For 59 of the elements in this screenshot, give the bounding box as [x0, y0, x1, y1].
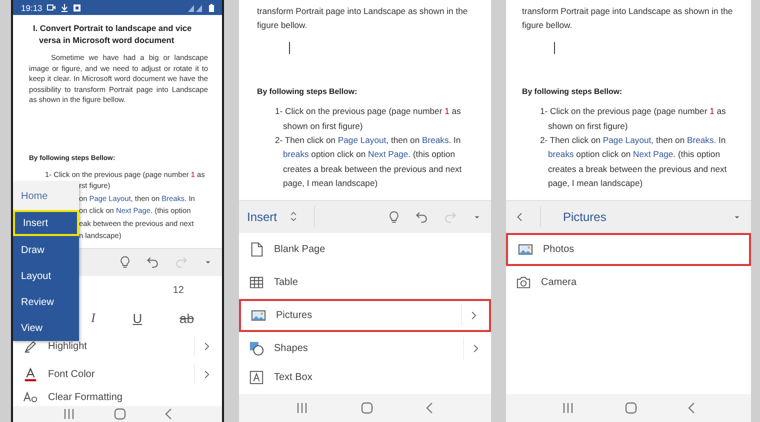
picture-icon [518, 242, 533, 257]
video-icon [47, 4, 56, 11]
command-item[interactable]: Clear Formatting [13, 388, 222, 406]
lightbulb-icon [118, 255, 132, 269]
download-icon [61, 4, 68, 12]
ribbon-tab-picker[interactable]: Insert [247, 210, 300, 224]
strikethrough-button[interactable]: ab [178, 310, 196, 326]
recent-apps-icon[interactable] [562, 403, 574, 413]
text-cursor [289, 42, 290, 54]
camera-icon [516, 275, 531, 290]
menu-tab[interactable]: Home [13, 182, 79, 210]
lightbulb-icon [387, 210, 401, 224]
menu-tab[interactable]: Layout [13, 263, 79, 289]
home-icon[interactable] [360, 402, 373, 414]
home-icon[interactable] [114, 408, 126, 420]
home-icon[interactable] [624, 402, 636, 414]
command-item[interactable]: Shapes [239, 332, 491, 365]
command-item[interactable]: Pictures [239, 299, 491, 332]
text-cursor [554, 42, 555, 54]
battery-icon [209, 4, 214, 12]
underline-button[interactable]: U [130, 310, 144, 326]
clear-formatting-icon [23, 390, 38, 404]
command-item[interactable]: Font Color [13, 360, 222, 388]
submenu-title: Pictures [563, 210, 606, 224]
command-item[interactable]: Camera [506, 266, 751, 299]
picture-icon [251, 308, 266, 323]
undo-icon [146, 255, 160, 269]
back-icon[interactable] [164, 408, 172, 420]
command-item[interactable]: Photos [506, 233, 751, 266]
document-paragraph: transform Portrait page into Landscape as shown in the figure bellow. [522, 5, 734, 32]
page-icon [249, 242, 264, 257]
recent-apps-icon[interactable] [296, 403, 308, 413]
menu-tab[interactable]: Insert [13, 210, 79, 236]
step-text: 1- Click on the previous page (page number 1 as shown on first figure) [539, 105, 727, 133]
font-color-icon [23, 366, 38, 382]
highlighter-icon [23, 338, 38, 354]
back-icon[interactable] [426, 402, 434, 414]
step-text: 1- Click on the previous page (page number 1 as shown on first figure) [274, 105, 462, 133]
command-item[interactable]: Blank Page [239, 233, 491, 266]
menu-tab[interactable]: View [13, 315, 79, 341]
font-size-value[interactable]: 12 [172, 284, 184, 296]
square-icon [73, 4, 82, 12]
document-paragraph: transform Portrait page into Landscape as shown in the figure bellow. [257, 5, 469, 32]
step-text: 2- Then click on Page Layout, then on Breaks. In breaks option click on Next Page. (this option creates a break between the previous and next page, I mean landscape) [274, 134, 463, 190]
menu-tab[interactable]: Review [13, 289, 79, 315]
command-item[interactable]: Text Box [239, 365, 491, 389]
text-box-icon [249, 370, 264, 384]
step-text: 2- Then click on Page Layout, then on Breaks. In breaks option click on Next Page. (this option creates a break between the previous and next page, I mean landscape) [539, 134, 728, 190]
signal-icon [188, 4, 204, 12]
back-icon[interactable] [688, 402, 696, 414]
recent-apps-icon[interactable] [62, 409, 74, 419]
undo-icon [415, 210, 429, 224]
command-item[interactable]: Table [239, 266, 491, 299]
table-icon [249, 275, 264, 290]
menu-tab[interactable]: Draw [13, 237, 79, 263]
italic-button[interactable]: I [89, 310, 98, 326]
document-title: I. Convert Portrait to landscape and vice versa in Microsoft word document [33, 23, 193, 46]
clock-time: 19:13 [21, 2, 42, 12]
shapes-icon [249, 341, 264, 356]
